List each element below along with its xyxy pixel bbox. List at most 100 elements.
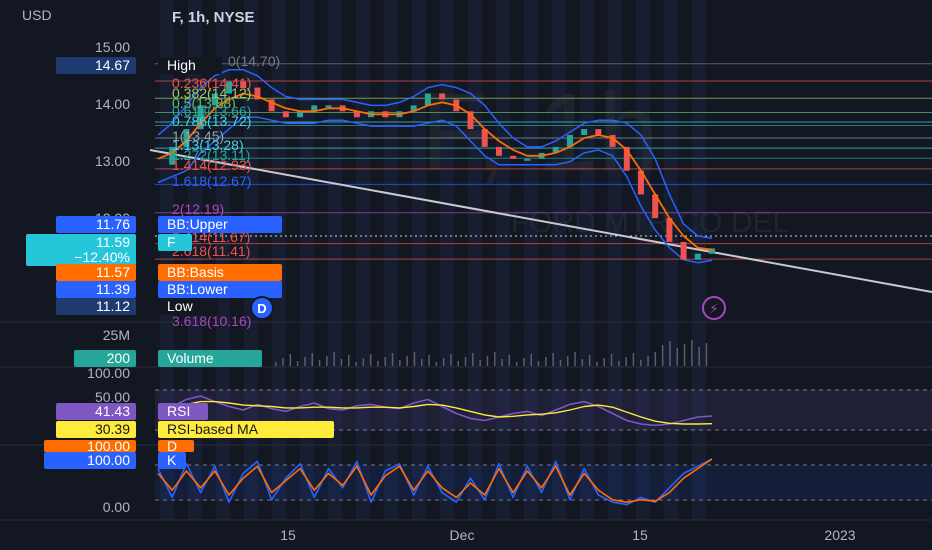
volume-bar (596, 362, 598, 366)
flash-icon: ⚡ (709, 302, 718, 317)
price-tick: 15.00 (95, 39, 130, 55)
fib-label: 0(14.70) (228, 53, 280, 69)
dividend-marker-letter: D (257, 301, 266, 316)
price-candle (495, 146, 502, 156)
volume-bar (413, 352, 416, 366)
volume-bar (523, 358, 525, 366)
rsi-badge[interactable]: 41.43 RSI (56, 403, 208, 420)
volume-bar (289, 354, 292, 366)
volume-bar (588, 355, 591, 366)
volume-bar (698, 347, 700, 366)
volume-bar (625, 357, 627, 366)
volume-bar (296, 361, 299, 366)
volume-bar (508, 355, 511, 366)
volume-bar (501, 359, 503, 366)
price-candle (510, 155, 517, 159)
symbol-title[interactable]: F, 1h, NYSE (172, 9, 255, 26)
rsi-ma-value: 30.39 (95, 421, 130, 437)
price-candle (325, 105, 332, 108)
volume-bar (377, 361, 379, 366)
price-candle (282, 111, 289, 118)
chart-canvas[interactable]: F, 1h FORD MTR CO DEL USD F, 1h, NYSE 15… (0, 0, 932, 550)
currency-label: USD (22, 7, 52, 23)
volume-value: 200 (107, 350, 131, 366)
fib-label: 1.618(12.67) (172, 173, 251, 189)
low-value: 11.12 (96, 298, 130, 314)
bb-upper-badge[interactable]: 11.76 BB:Upper (56, 216, 282, 233)
rsi-label: RSI (167, 403, 190, 419)
volume-bar (559, 360, 562, 366)
volume-bar (406, 356, 408, 366)
price-candle (581, 129, 588, 136)
volume-bar (348, 355, 350, 366)
rsi-ma-badge[interactable]: 30.39 RSI-based MA (56, 421, 334, 438)
volume-bar (618, 361, 620, 366)
stoch-k-badge[interactable]: 100.00 K (44, 452, 186, 469)
price-label: F (167, 234, 176, 250)
volume-bar (464, 357, 467, 366)
volume-bar (486, 356, 489, 366)
volume-bar (282, 358, 284, 366)
volume-bar (369, 354, 372, 366)
volume-bar (683, 344, 686, 366)
bb-lower-badge[interactable]: 11.39 BB:Lower (56, 281, 282, 298)
volume-bar (661, 345, 664, 366)
stoch-tick: 0.00 (103, 499, 130, 515)
volume-bar (581, 359, 584, 366)
session-band (384, 0, 398, 520)
volume-bar (450, 354, 452, 366)
volume-bar (391, 353, 394, 366)
price-candle (694, 253, 701, 260)
bb-upper-value: 11.76 (96, 216, 130, 232)
volume-bar (494, 352, 496, 366)
volume-bar (457, 361, 459, 366)
volume-bar (574, 352, 576, 366)
low-label: Low (167, 298, 194, 314)
session-band (328, 0, 342, 520)
session-band (692, 0, 706, 520)
stoch-k-label: K (167, 452, 177, 468)
volume-bar (654, 352, 657, 366)
dividend-marker[interactable]: D (250, 296, 274, 320)
bb-basis-value: 11.57 (96, 264, 130, 280)
rsi-value: 41.43 (95, 403, 130, 419)
volume-bar (691, 340, 693, 366)
time-tick: 15 (280, 527, 296, 543)
fib-label: 1.414(12.93) (172, 157, 251, 173)
volume-bar (545, 357, 547, 366)
price-candle (424, 93, 431, 106)
watermark-symbol: F, 1h (421, 71, 659, 194)
volume-bar (355, 362, 357, 366)
stoch-band-fill (155, 465, 932, 500)
price-candle (439, 93, 446, 100)
rsi-tick: 100.00 (87, 365, 130, 381)
event-marker[interactable]: ⚡ (702, 296, 726, 320)
high-label: High (167, 57, 196, 73)
fib-label: 0.786(13.72) (172, 113, 251, 129)
high-value: 14.67 (95, 57, 130, 73)
price-candle (680, 241, 687, 260)
bb-basis-badge[interactable]: 11.57 BB:Basis (56, 264, 282, 281)
volume-bar (479, 360, 481, 366)
volume-bar (326, 356, 328, 366)
session-band (300, 0, 314, 520)
bb-basis-label: BB:Basis (167, 264, 224, 280)
volume-bar (275, 362, 277, 366)
volume-bar (472, 353, 474, 366)
volume-bar (318, 360, 321, 366)
volume-bar (515, 362, 518, 366)
volume-bar (552, 353, 554, 366)
time-tick: 2023 (824, 527, 855, 543)
volume-bar (384, 357, 386, 366)
fib-label: 2(12.19) (172, 201, 224, 217)
volume-badge[interactable]: 200 Volume (74, 350, 262, 367)
volume-bar (428, 355, 430, 366)
rsi-ma-label: RSI-based MA (167, 421, 259, 437)
session-band (272, 0, 286, 520)
volume-bar (340, 359, 343, 366)
bb-lower-value: 11.39 (96, 281, 130, 297)
volume-bar (311, 353, 313, 366)
volume-bar (669, 341, 671, 366)
fib-label: 3.618(10.16) (172, 313, 251, 329)
price-candle (524, 158, 531, 161)
